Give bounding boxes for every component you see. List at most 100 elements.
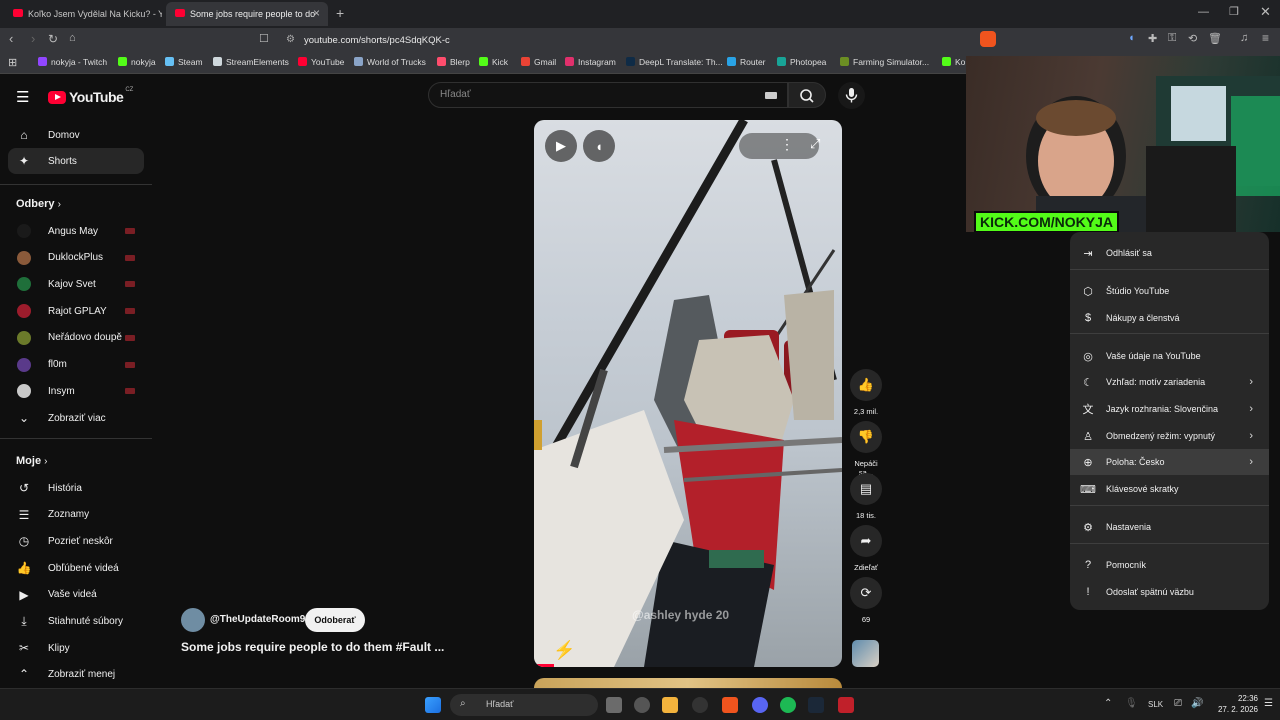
sound-thumbnail[interactable] [852, 640, 879, 667]
account-menu-item[interactable]: ☾ Vzhľad: motív zariadenia › [1070, 369, 1269, 395]
show-less-button[interactable]: ⌃ Zobraziť menej [0, 661, 145, 687]
notifications-icon[interactable]: ☰ [1264, 698, 1273, 709]
search-input[interactable]: Hľadať [428, 82, 788, 108]
keyboard-icon[interactable] [765, 92, 777, 99]
sidebar-item-downloads[interactable]: ⤓ Stiahnuté súbory [0, 609, 145, 635]
short-title[interactable]: Some jobs require people to do them #Fau… [181, 640, 444, 654]
volume-button[interactable]: ◖ [583, 130, 615, 162]
channel-avatar[interactable] [181, 608, 205, 632]
sidebar-item-playlists[interactable]: ☰ Zoznamy [0, 502, 145, 528]
bookmark-item[interactable]: Blerp [437, 57, 470, 67]
trash-icon[interactable]: 🗑 [1208, 32, 1222, 45]
you-header[interactable]: Moje › [16, 455, 47, 467]
like-action[interactable]: 👍 2,3 mil. [850, 369, 882, 416]
sidebar-item-shorts[interactable]: ✦ Shorts [8, 148, 144, 174]
next-short-preview[interactable] [534, 678, 842, 688]
bookmark-item[interactable]: StreamElements [213, 57, 289, 67]
close-tab-icon[interactable]: × [313, 6, 320, 20]
microphone-icon[interactable]: 🎙 [1125, 698, 1138, 709]
sidebar-subscription[interactable]: DuklockPlus [0, 245, 145, 271]
bookmark-item[interactable]: DeepL Translate: Th... [626, 57, 723, 67]
home-icon[interactable]: ⌂ [69, 32, 76, 44]
account-menu-item[interactable]: ? Pomocník [1070, 552, 1269, 578]
comments-action[interactable]: ▤ 18 tis. [850, 473, 882, 520]
sidebar-item-home[interactable]: ⌂ Domov [0, 122, 145, 148]
channel-name[interactable]: @TheUpdateRoom99 [210, 614, 311, 625]
windows-start-icon[interactable] [425, 697, 441, 713]
bookmark-item[interactable]: Farming Simulator... [840, 57, 929, 67]
bookmark-item[interactable]: Instagram [565, 57, 616, 67]
sidebar-item-clips[interactable]: ✂ Klipy [0, 635, 145, 661]
sidebar-item-watch-later[interactable]: ◷ Pozrieť neskôr [0, 528, 145, 554]
app-icon[interactable] [838, 697, 854, 713]
media-icon[interactable]: ♫ [1240, 32, 1248, 44]
bookmark-item[interactable]: Router [727, 57, 766, 67]
app-icon[interactable] [634, 697, 650, 713]
bookmark-item[interactable]: nokyja - Twitch [38, 57, 107, 67]
fullscreen-icon[interactable]: ⤢ [810, 136, 820, 152]
account-menu-item[interactable]: ◎ Vaše údaje na YouTube [1070, 343, 1269, 369]
voice-search-button[interactable] [838, 82, 865, 109]
keyboard-language[interactable]: SLK [1148, 700, 1163, 709]
forward-icon[interactable]: › [31, 31, 35, 46]
account-menu-item[interactable]: $ Nákupy a členstvá [1070, 305, 1269, 331]
browser-tab-active[interactable]: Some jobs require people to do × [166, 2, 328, 26]
bookmark-item[interactable]: Photopea [777, 57, 826, 67]
bookmark-item[interactable]: Ko [942, 57, 965, 67]
account-menu-item[interactable]: ⌨ Klávesové skratky [1070, 476, 1269, 502]
bookmark-item[interactable]: Gmail [521, 57, 556, 67]
sidebar-subscription[interactable]: Insym [0, 378, 145, 404]
sidebar-item-your-videos[interactable]: ▶ Vaše videá [0, 582, 145, 608]
play-button[interactable]: ▶ [545, 130, 577, 162]
bookmark-item[interactable]: Kick [479, 57, 508, 67]
steam-icon[interactable] [808, 697, 824, 713]
taskbar-search[interactable]: ⌕ Hľadať [450, 694, 598, 716]
minimize-icon[interactable]: — [1198, 6, 1209, 18]
video-progress-bar[interactable] [534, 664, 554, 667]
extensions-icon[interactable]: ✚ [1148, 32, 1157, 45]
extension-icon[interactable]: ◖ [1128, 32, 1135, 44]
close-window-icon[interactable]: ✕ [1260, 4, 1271, 20]
show-more-button[interactable]: ⌄ Zobraziť viac [0, 405, 145, 431]
sidebar-subscription[interactable]: Angus May [0, 218, 145, 244]
bookmark-item[interactable]: Steam [165, 57, 203, 67]
maximize-icon[interactable]: ❐ [1229, 5, 1239, 18]
brave-icon[interactable] [722, 697, 738, 713]
bookmark-item[interactable]: nokyja [118, 57, 156, 67]
brave-shield-icon[interactable] [980, 31, 996, 47]
menu-icon[interactable]: ≡ [1262, 31, 1269, 45]
spotify-icon[interactable] [780, 697, 796, 713]
account-menu-item[interactable]: ♙ Obmedzený režim: vypnutý › [1070, 423, 1269, 449]
short-video-player[interactable]: ▶ ◖ ⋮ ⤢ @ashley hyde 20 ⚡ [534, 120, 842, 667]
reload-icon[interactable]: ↻ [48, 32, 58, 46]
file-explorer-icon[interactable] [662, 697, 678, 713]
apps-icon[interactable]: ⊞ [8, 56, 17, 69]
password-icon[interactable]: ⚿ [1168, 32, 1176, 45]
sidebar-subscription[interactable]: Neřádovo doupě [0, 325, 145, 351]
sidebar-item-history[interactable]: ↺ História [0, 475, 145, 501]
chevron-up-icon[interactable]: ⌃ [1104, 698, 1112, 709]
hamburger-menu-icon[interactable]: ☰ [16, 88, 29, 106]
search-button[interactable] [788, 82, 826, 108]
account-menu-item[interactable]: ⇥ Odhlásiť sa [1070, 240, 1269, 266]
sidebar-subscription[interactable]: Kajov Svet [0, 271, 145, 297]
url-field[interactable]: ⚙ youtube.com/shorts/pc4SdqKQK-c [278, 30, 978, 50]
back-icon[interactable]: ‹ [9, 31, 13, 46]
bookmark-item[interactable]: World of Trucks [354, 57, 426, 67]
clock[interactable]: 22:36 27. 2. 2026 [1208, 693, 1258, 715]
dislike-action[interactable]: 👎Nepáči sa... [850, 421, 882, 477]
bookmark-item[interactable]: YouTube [298, 57, 344, 67]
subscriptions-header[interactable]: Odbery › [16, 198, 61, 210]
discord-icon[interactable] [752, 697, 768, 713]
account-menu-item[interactable]: ⊕ Poloha: Česko › [1070, 449, 1269, 475]
account-menu-item[interactable]: ⚙ Nastavenia [1070, 514, 1269, 540]
share-action[interactable]: ➦ Zdieľať [850, 525, 882, 572]
more-options-icon[interactable]: ⋮ [780, 136, 794, 153]
volume-icon[interactable]: 🔊 [1191, 698, 1203, 709]
subscribe-button[interactable]: Odoberať [305, 608, 365, 632]
browser-tab[interactable]: Koľko Jsem Vydělal Na Kicku? - YouTu [4, 2, 162, 26]
sync-icon[interactable]: ⟲ [1188, 32, 1197, 45]
account-menu-item[interactable]: ⬡ Štúdio YouTube [1070, 278, 1269, 304]
bookmark-icon[interactable]: ☐ [259, 32, 269, 45]
youtube-logo[interactable]: YouTube CZ [48, 87, 133, 105]
